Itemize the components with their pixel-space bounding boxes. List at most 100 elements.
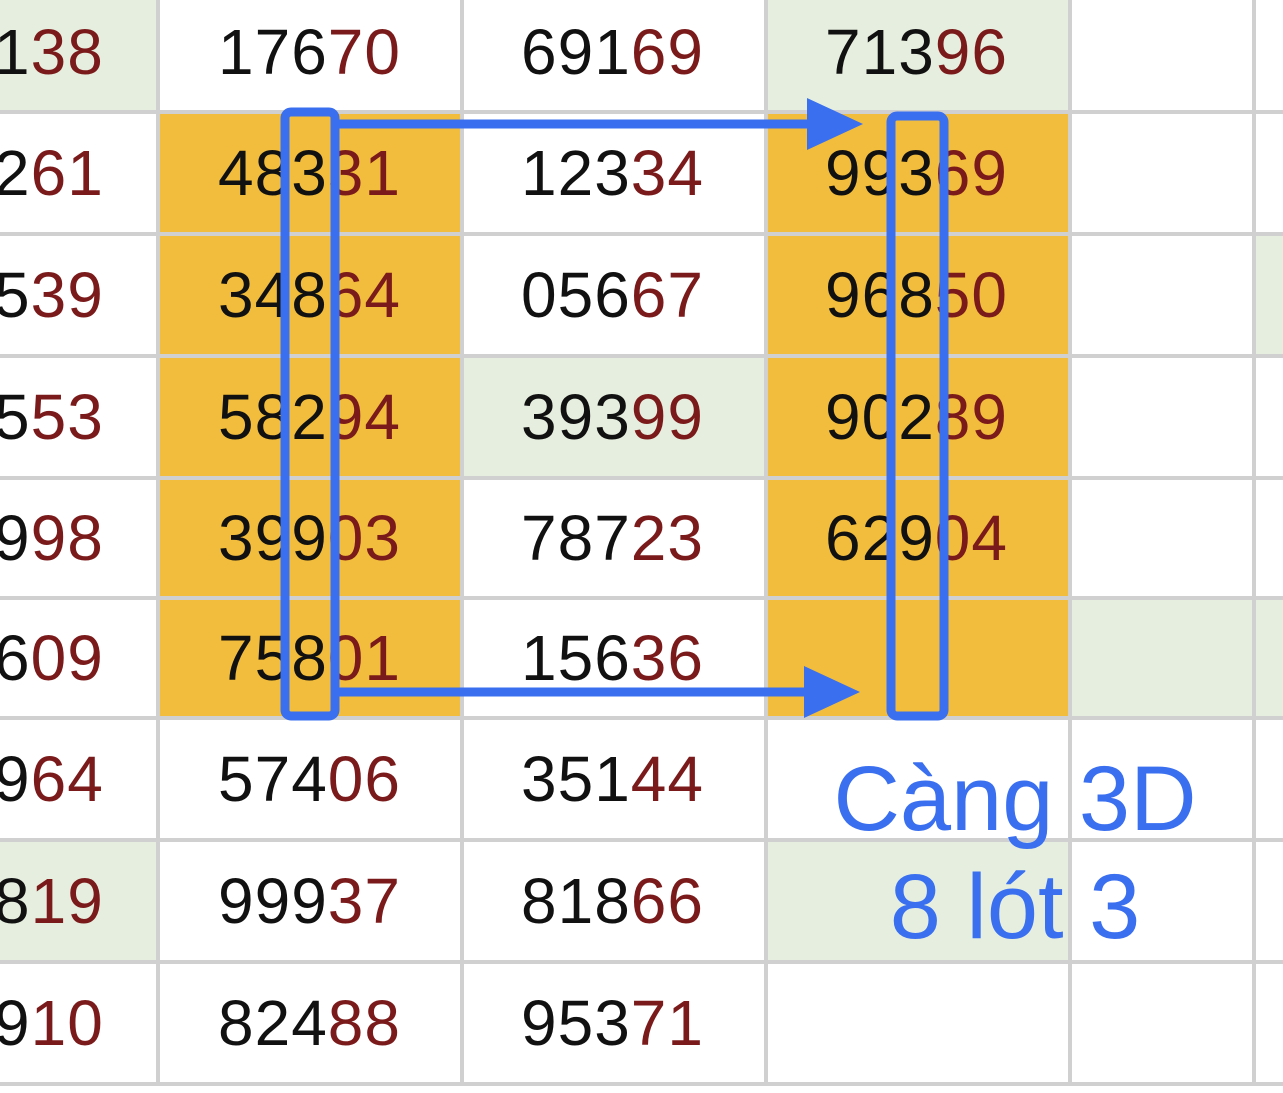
lottery-number: 71396 <box>825 20 1008 84</box>
number-tail-digits: 99 <box>630 381 704 453</box>
number-leading-digits: 351 <box>521 743 631 815</box>
number-tail-digits: 88 <box>327 987 401 1059</box>
number-tail-digits: 39 <box>30 259 104 331</box>
number-leading-digits: 8 <box>0 865 31 937</box>
number-leading-digits: 824 <box>218 987 328 1059</box>
grid-cell <box>768 964 1072 1086</box>
number-leading-digits: 993 <box>825 137 935 209</box>
number-leading-digits: 156 <box>521 622 631 694</box>
lottery-number: 15636 <box>521 626 704 690</box>
number-leading-digits: 953 <box>521 987 631 1059</box>
lottery-number: 62904 <box>825 506 1008 570</box>
number-leading-digits: 787 <box>521 502 631 574</box>
grid-cell: 71396 <box>768 0 1072 114</box>
number-tail-digits: 53 <box>30 381 104 453</box>
grid-cell <box>1256 600 1283 720</box>
number-leading-digits: 5 <box>0 381 31 453</box>
grid-cell <box>1256 236 1283 358</box>
number-tail-digits: 96 <box>934 16 1008 88</box>
grid-cell: 39399 <box>464 358 768 480</box>
number-leading-digits: 902 <box>825 381 935 453</box>
number-leading-digits: 999 <box>218 865 328 937</box>
number-leading-digits: 629 <box>825 502 935 574</box>
number-tail-digits: 06 <box>327 743 401 815</box>
grid-cell: 39903 <box>160 480 464 600</box>
number-tail-digits: 70 <box>327 16 401 88</box>
caption-line-2: 8 lót 3 <box>889 856 1141 958</box>
grid-cell: 12334 <box>464 114 768 236</box>
grid-cell: 609 <box>0 600 160 720</box>
number-tail-digits: 69 <box>934 137 1008 209</box>
lottery-number: 58294 <box>218 385 401 449</box>
grid-cell: 69169 <box>464 0 768 114</box>
lottery-number: 96850 <box>825 263 1008 327</box>
grid-cell <box>1256 720 1283 842</box>
grid-cell: 138 <box>0 0 160 114</box>
grid-cell: 96850 <box>768 236 1072 358</box>
lottery-number: 39399 <box>521 385 704 449</box>
number-tail-digits: 67 <box>630 259 704 331</box>
lottery-number: 964 <box>0 747 104 811</box>
number-tail-digits: 38 <box>30 16 104 88</box>
number-leading-digits: 056 <box>521 259 631 331</box>
grid-cell: 34864 <box>160 236 464 358</box>
number-leading-digits: 574 <box>218 743 328 815</box>
number-tail-digits: 61 <box>30 137 104 209</box>
lottery-number: 48331 <box>218 141 401 205</box>
lottery-number: 609 <box>0 626 104 690</box>
lottery-number: 95371 <box>521 991 704 1055</box>
number-tail-digits: 03 <box>327 502 401 574</box>
number-leading-digits: 713 <box>825 16 935 88</box>
grid-cell <box>1256 842 1283 964</box>
number-tail-digits: 01 <box>327 622 401 694</box>
lottery-number: 539 <box>0 263 104 327</box>
grid-cell: 964 <box>0 720 160 842</box>
grid-cell: 75801 <box>160 600 464 720</box>
lottery-number: 05667 <box>521 263 704 327</box>
number-leading-digits: 6 <box>0 622 31 694</box>
grid-cell: 62904 <box>768 480 1072 600</box>
number-leading-digits: 582 <box>218 381 328 453</box>
number-tail-digits: 64 <box>30 743 104 815</box>
number-tail-digits: 69 <box>630 16 704 88</box>
grid-cell: 998 <box>0 480 160 600</box>
number-leading-digits: 691 <box>521 16 631 88</box>
number-tail-digits: 34 <box>630 137 704 209</box>
grid-cell <box>1072 114 1256 236</box>
number-leading-digits: 393 <box>521 381 631 453</box>
lottery-number: 99369 <box>825 141 1008 205</box>
number-leading-digits: 176 <box>218 16 328 88</box>
lottery-number: 819 <box>0 869 104 933</box>
number-leading-digits: 818 <box>521 865 631 937</box>
number-tail-digits: 50 <box>934 259 1008 331</box>
number-tail-digits: 10 <box>30 987 104 1059</box>
number-leading-digits: 2 <box>0 137 31 209</box>
grid-cell <box>1072 964 1256 1086</box>
grid-cell: 90289 <box>768 358 1072 480</box>
number-leading-digits: 9 <box>0 987 31 1059</box>
grid-cell: 78723 <box>464 480 768 600</box>
grid-cell: 99937 <box>160 842 464 964</box>
lottery-number: 90289 <box>825 385 1008 449</box>
lottery-number: 553 <box>0 385 104 449</box>
number-tail-digits: 66 <box>630 865 704 937</box>
grid-cell <box>768 600 1072 720</box>
grid-cell: 553 <box>0 358 160 480</box>
number-tail-digits: 37 <box>327 865 401 937</box>
grid-cell: 58294 <box>160 358 464 480</box>
number-tail-digits: 09 <box>30 622 104 694</box>
lottery-number: 99937 <box>218 869 401 933</box>
grid-cell: 819 <box>0 842 160 964</box>
lottery-number: 910 <box>0 991 104 1055</box>
grid-cell <box>1256 358 1283 480</box>
number-leading-digits: 758 <box>218 622 328 694</box>
number-tail-digits: 31 <box>327 137 401 209</box>
lottery-number: 57406 <box>218 747 401 811</box>
number-tail-digits: 36 <box>630 622 704 694</box>
grid-cell: 57406 <box>160 720 464 842</box>
grid-cell <box>1072 600 1256 720</box>
lottery-number: 39903 <box>218 506 401 570</box>
lottery-number: 17670 <box>218 20 401 84</box>
lottery-number: 69169 <box>521 20 704 84</box>
lottery-number: 35144 <box>521 747 704 811</box>
